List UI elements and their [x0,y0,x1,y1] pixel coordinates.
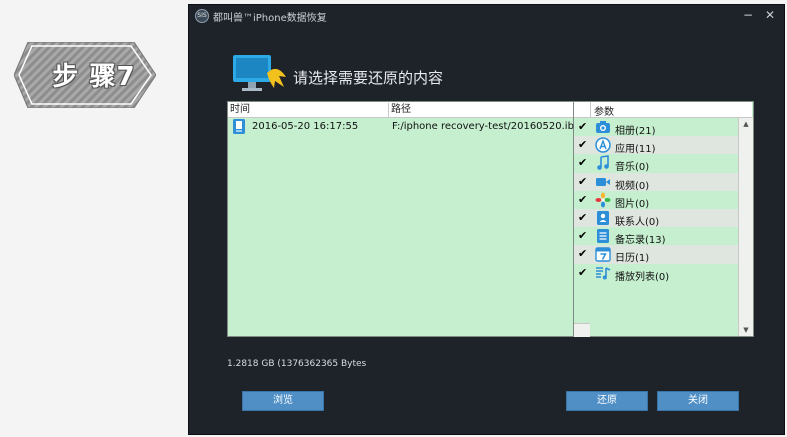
checkbox[interactable]: ✔ [578,139,587,150]
param-item-music[interactable]: ✔ 音乐(0) [574,154,738,174]
app-store-icon [595,137,611,153]
playlist-icon [596,266,611,279]
param-item-apps[interactable]: ✔ 应用(11) [574,136,738,156]
param-label: 应用(11) [615,144,656,156]
music-note-icon [597,155,609,171]
scroll-up-arrow-icon[interactable]: ▲ [739,118,753,130]
calendar-icon [595,247,611,263]
param-label: 播放列表(0) [615,271,670,283]
restore-button[interactable]: 还原 [566,391,648,411]
column-header-time[interactable]: 时间 [228,103,389,117]
parameters-panel: 参数 ✔ 相册(21) ✔ 应用(11) ✔ 音乐(0) ✔ 视频(0) ✔ 图… [574,101,754,337]
photos-flower-icon [595,192,611,208]
app-logo-icon: SIS [195,9,209,23]
param-label: 备忘录(13) [615,235,666,247]
param-item-calendar[interactable]: ✔ 日历(1) [574,245,738,265]
table-header: 时间 路径 [228,102,573,118]
browse-button[interactable]: 浏览 [242,391,324,411]
param-label: 相册(21) [615,126,656,137]
param-item-playlists[interactable]: ✔ 播放列表(0) [574,264,738,283]
step-label: 步 骤7 [52,62,136,92]
row-path: F:/iphone recovery-test/20160520.ibd [392,121,581,132]
checkbox[interactable]: ✔ [578,157,587,168]
backup-size-label: 1.2818 GB (1376362365 Bytes [227,359,367,369]
param-label: 日历(1) [615,253,650,265]
param-item-pictures[interactable]: ✔ 图片(0) [574,191,738,210]
camera-icon [596,121,610,133]
param-item-notes[interactable]: ✔ 备忘录(13) [574,227,738,247]
parameters-list: ✔ 相册(21) ✔ 应用(11) ✔ 音乐(0) ✔ 视频(0) ✔ 图片(0… [574,118,738,283]
app-window: SIS 都叫兽™iPhone数据恢复 − ✕ 请选择需要还原的内容 时间 路径 … [188,4,785,435]
close-window-button[interactable]: ✕ [759,7,781,23]
param-item-photos[interactable]: ✔ 相册(21) [574,118,738,137]
table-row[interactable]: 2016-05-20 16:17:55 F:/iphone recovery-t… [228,118,580,136]
window-title: 都叫兽™iPhone数据恢复 [213,13,327,24]
checkbox[interactable]: ✔ [578,230,587,241]
checkbox-column-header [574,102,591,117]
param-label: 视频(0) [615,180,650,192]
video-camera-icon [596,177,610,186]
restore-monitor-icon [233,55,286,91]
scroll-down-arrow-icon[interactable]: ▼ [739,324,753,336]
param-item-contacts[interactable]: ✔ 联系人(0) [574,208,738,228]
parameters-header: 参数 [574,102,752,118]
checkbox[interactable]: ✔ [578,212,587,223]
param-label: 联系人(0) [615,216,660,228]
checkbox[interactable]: ✔ [578,248,587,259]
column-header-path[interactable]: 路径 [389,103,573,117]
vertical-scrollbar[interactable]: ▲ ▼ [738,118,753,336]
close-button[interactable]: 关闭 [657,391,739,411]
minimize-button[interactable]: − [737,7,759,23]
page-heading: 请选择需要还原的内容 [293,69,444,87]
step-badge: 步 骤7 [14,42,156,108]
backup-file-table: 时间 路径 2016-05-20 16:17:55 F:/iphone reco… [227,101,580,337]
checkbox[interactable]: ✔ [578,194,587,205]
param-label: 图片(0) [615,198,650,210]
param-label: 音乐(0) [615,162,650,174]
checkbox[interactable]: ✔ [578,121,587,132]
title-bar: SIS 都叫兽™iPhone数据恢复 − ✕ [189,5,784,27]
checkbox[interactable]: ✔ [578,267,587,278]
notes-icon [597,229,609,244]
checkbox[interactable]: ✔ [578,176,587,187]
param-item-videos[interactable]: ✔ 视频(0) [574,172,738,192]
backup-file-icon [233,119,245,134]
parameters-header-label: 参数 [594,107,614,118]
row-time: 2016-05-20 16:17:55 [252,121,359,132]
horizontal-scrollbar-stub[interactable] [574,323,590,337]
contacts-icon [597,210,609,225]
